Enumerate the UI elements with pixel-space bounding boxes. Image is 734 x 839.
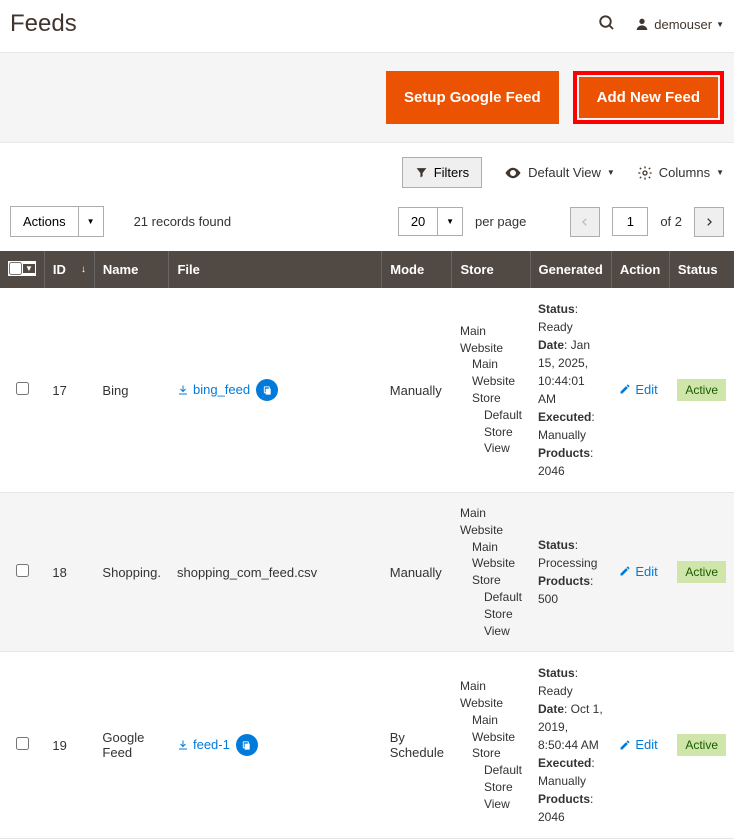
cell-generated: Status: ReadyDate: Jan 15, 2025, 10:44:0…: [530, 288, 611, 493]
cell-mode: Manually: [382, 493, 452, 652]
row-checkbox[interactable]: [16, 737, 29, 750]
per-page-label: per page: [475, 214, 526, 229]
cell-store: Main WebsiteMain Website StoreDefault St…: [452, 493, 530, 652]
columns-dropdown[interactable]: Columns ▼: [637, 165, 724, 181]
next-page-button[interactable]: [694, 207, 724, 237]
cell-store: Main WebsiteMain Website StoreDefault St…: [452, 652, 530, 839]
chevron-right-icon: [704, 217, 714, 227]
feeds-grid: ▼ ID↓ Name File Mode Store Generated Act…: [0, 251, 734, 839]
status-badge: Active: [677, 379, 726, 401]
prev-page-button[interactable]: [570, 207, 600, 237]
status-badge: Active: [677, 734, 726, 756]
cell-id: 19: [44, 652, 94, 839]
col-generated[interactable]: Generated: [530, 251, 611, 288]
highlight-annotation: Add New Feed: [573, 71, 724, 124]
edit-link[interactable]: Edit: [619, 737, 657, 752]
col-name[interactable]: Name: [94, 251, 169, 288]
search-icon[interactable]: [598, 14, 616, 35]
cell-id: 18: [44, 493, 94, 652]
page-of-label: of 2: [660, 214, 682, 229]
copy-button[interactable]: [256, 379, 278, 401]
table-row: 18Shopping. shopping_com_feed.csv Manually…: [0, 493, 734, 652]
per-page-input[interactable]: [398, 207, 438, 236]
cell-name: Shopping.: [94, 493, 169, 652]
default-view-dropdown[interactable]: Default View ▼: [504, 164, 615, 182]
actions-dropdown[interactable]: Actions ▼: [10, 206, 104, 237]
page-input[interactable]: [612, 207, 648, 236]
cell-file: bing_feed: [169, 288, 382, 493]
filters-button[interactable]: Filters: [402, 157, 482, 188]
chevron-down-icon[interactable]: ▼: [23, 264, 35, 273]
sort-arrow-icon: ↓: [81, 264, 86, 275]
cell-store: Main WebsiteMain Website StoreDefault St…: [452, 288, 530, 493]
actions-button[interactable]: Actions: [10, 206, 79, 237]
actions-arrow[interactable]: ▼: [79, 206, 104, 237]
cell-file: shopping_com_feed.csv: [169, 493, 382, 652]
page-title: Feeds: [10, 10, 77, 38]
cell-file: feed-1: [169, 652, 382, 839]
table-row: 19Google Feedfeed-1By ScheduleMain Websi…: [0, 652, 734, 839]
row-checkbox[interactable]: [16, 564, 29, 577]
cell-name: Google Feed: [94, 652, 169, 839]
copy-button[interactable]: [236, 734, 258, 756]
eye-icon: [504, 164, 522, 182]
records-count: 21 records found: [134, 214, 232, 229]
file-download-link[interactable]: bing_feed: [177, 382, 250, 397]
select-all-checkbox[interactable]: [9, 262, 22, 275]
cell-id: 17: [44, 288, 94, 493]
col-mode[interactable]: Mode: [382, 251, 452, 288]
add-new-feed-button[interactable]: Add New Feed: [579, 77, 718, 118]
edit-link[interactable]: Edit: [619, 564, 657, 579]
cell-mode: By Schedule: [382, 652, 452, 839]
status-badge: Active: [677, 561, 726, 583]
row-checkbox[interactable]: [16, 382, 29, 395]
col-file[interactable]: File: [169, 251, 382, 288]
chevron-down-icon: ▼: [716, 20, 724, 29]
setup-google-feed-button[interactable]: Setup Google Feed: [386, 71, 559, 124]
cell-generated: Status: ReadyDate: Oct 1, 2019, 8:50:44 …: [530, 652, 611, 839]
col-checkbox[interactable]: ▼: [0, 251, 44, 288]
file-text: shopping_com_feed.csv: [177, 565, 317, 580]
user-menu[interactable]: demouser ▼: [634, 16, 724, 32]
chevron-down-icon: ▼: [716, 168, 724, 177]
col-store[interactable]: Store: [452, 251, 530, 288]
col-action[interactable]: Action: [611, 251, 669, 288]
funnel-icon: [415, 166, 428, 179]
cell-name: Bing: [94, 288, 169, 493]
chevron-left-icon: [580, 217, 590, 227]
edit-link[interactable]: Edit: [619, 382, 657, 397]
cell-mode: Manually: [382, 288, 452, 493]
col-id[interactable]: ID↓: [44, 251, 94, 288]
cell-generated: Status: ProcessingProducts: 500: [530, 493, 611, 652]
chevron-down-icon: ▼: [607, 168, 615, 177]
user-name: demouser: [654, 17, 712, 32]
per-page-arrow[interactable]: ▼: [438, 207, 463, 236]
col-status[interactable]: Status: [669, 251, 734, 288]
table-row: 17Bing bing_feed ManuallyMain WebsiteMain …: [0, 288, 734, 493]
gear-icon: [637, 165, 653, 181]
